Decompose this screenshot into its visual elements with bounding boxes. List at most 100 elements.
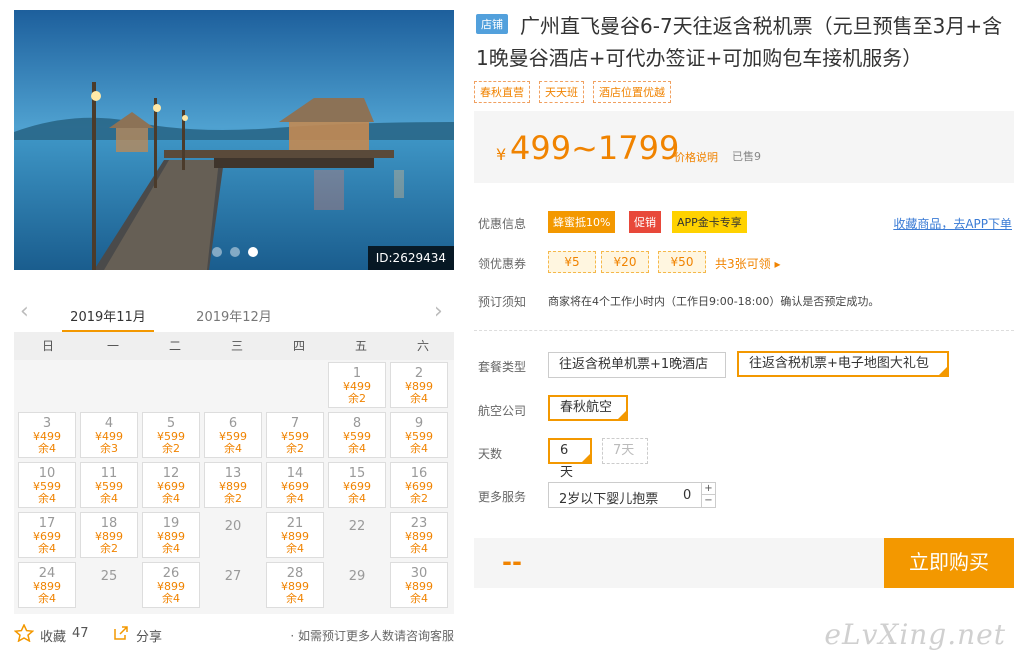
day-stock: 余2	[348, 392, 366, 405]
calendar-day[interactable]: 18 ¥899 余2	[80, 512, 138, 558]
calendar-day[interactable]: 11 ¥599 余4	[80, 462, 138, 508]
calendar-day[interactable]: 28 ¥899 余4	[266, 562, 324, 608]
day-stock: 余4	[38, 492, 56, 505]
day-number: 17	[38, 516, 56, 531]
calendar-day[interactable]: 5 ¥599 余2	[142, 412, 200, 458]
calendar-day[interactable]: 4 ¥499 余3	[80, 412, 138, 458]
day-stock: 余4	[348, 492, 366, 505]
day-number: 24	[38, 566, 56, 581]
days-option-7[interactable]: 7天	[602, 438, 648, 464]
promo-badge-sale: 促销	[629, 211, 661, 233]
calendar-day[interactable]: 8 ¥599 余4	[328, 412, 386, 458]
calendar-day[interactable]: 10 ¥599 余4	[18, 462, 76, 508]
share-icon[interactable]	[112, 624, 130, 646]
calendar-day-unavailable: 29	[328, 562, 386, 608]
day-stock: 余4	[286, 592, 304, 605]
weekday-label: 三	[230, 339, 243, 353]
day-number: 5	[166, 416, 176, 431]
promo-badge-honey: 蜂蜜抵10%	[548, 211, 616, 233]
carousel-dot[interactable]	[230, 247, 240, 257]
total-price: --	[502, 548, 522, 576]
weekday-label: 六	[416, 339, 429, 353]
day-number: 1	[352, 366, 362, 381]
coupon-50[interactable]: ¥50	[658, 251, 706, 273]
calendar-day[interactable]: 26 ¥899 余4	[142, 562, 200, 608]
calendar-day[interactable]: 2 ¥899 余4	[390, 362, 448, 408]
carousel-dot-active[interactable]	[248, 247, 258, 257]
product-photo[interactable]: ID:2629434	[14, 10, 454, 270]
buy-now-button[interactable]: 立即购买	[884, 538, 1014, 588]
calendar-day[interactable]: 24 ¥899 余4	[18, 562, 76, 608]
chevron-right-icon[interactable]: ›	[434, 301, 448, 323]
price-symbol: ¥	[496, 145, 507, 164]
day-number: 9	[414, 416, 424, 431]
offers-label: 优惠信息	[478, 217, 527, 231]
day-stock: 余4	[224, 442, 242, 455]
calendar-day[interactable]: 19 ¥899 余4	[142, 512, 200, 558]
infant-ticket-stepper[interactable]: 2岁以下婴儿抱票 0 + −	[548, 482, 716, 508]
day-stock: 余2	[224, 492, 242, 505]
day-number: 18	[100, 516, 118, 531]
star-icon[interactable]	[13, 623, 35, 646]
coupon-5[interactable]: ¥5	[548, 251, 596, 273]
carousel-dot[interactable]	[212, 247, 222, 257]
weekday-label: 日	[41, 339, 54, 353]
pier-photo-image	[14, 10, 454, 270]
price-explain-link[interactable]: 价格说明	[674, 149, 718, 165]
day-number: 14	[286, 466, 304, 481]
share-label[interactable]: 分享	[136, 626, 162, 645]
photo-id-label: ID:2629434	[367, 246, 454, 270]
favorite-app-link[interactable]: 收藏商品，去APP下单	[893, 215, 1012, 232]
day-number: 21	[286, 516, 304, 531]
calendar-day[interactable]: 21 ¥899 余4	[266, 512, 324, 558]
airline-option-spring[interactable]: 春秋航空	[548, 395, 628, 421]
days-option-6[interactable]: 6天	[548, 438, 592, 480]
calendar-day[interactable]: 23 ¥899 余4	[390, 512, 448, 558]
calendar-header: ‹ 2019年11月 2019年12月 ›	[14, 296, 454, 332]
calendar-day-unavailable: 27	[204, 562, 262, 608]
stepper-value[interactable]: 0	[683, 488, 691, 503]
calendar-day[interactable]: 15 ¥699 余4	[328, 462, 386, 508]
watermark: eLvXing.net	[824, 618, 1006, 651]
stepper-label: 2岁以下婴儿抱票	[559, 492, 659, 507]
calendar-day[interactable]: 30 ¥899 余4	[390, 562, 448, 608]
chevron-left-icon[interactable]: ‹	[20, 301, 34, 323]
day-number: 23	[410, 516, 428, 531]
package-option-single[interactable]: 往返含税单机票+1晚酒店	[548, 352, 726, 378]
calendar-day[interactable]: 9 ¥599 余4	[390, 412, 448, 458]
tab-month-november[interactable]: 2019年11月	[62, 306, 154, 332]
day-number: 12	[162, 466, 180, 481]
coupon-20[interactable]: ¥20	[601, 251, 649, 273]
calendar-day[interactable]: 17 ¥699 余4	[18, 512, 76, 558]
weekday-label: 二	[168, 339, 181, 353]
favorite-label[interactable]: 收藏	[40, 626, 66, 645]
day-number: 30	[410, 566, 428, 581]
favorite-share-bar: 收藏 47 分享 · 如需预订更多人数请咨询客服	[13, 623, 454, 646]
package-option-gift[interactable]: 往返含税机票+电子地图大礼包	[737, 351, 949, 377]
product-title: 广州直飞曼谷6-7天往返含税机票（元旦预售至3月+含1晚曼谷酒店+可代办签证+可…	[476, 14, 1003, 70]
consult-note: · 如需预订更多人数请咨询客服	[290, 629, 454, 643]
calendar-day[interactable]: 13 ¥899 余2	[204, 462, 262, 508]
calendar-day-unavailable: 25	[80, 562, 138, 608]
weekday-label: 五	[354, 339, 367, 353]
day-number: 4	[104, 416, 114, 431]
day-number: 22	[348, 519, 366, 534]
day-stock: 余4	[38, 442, 56, 455]
day-number: 7	[290, 416, 300, 431]
calendar-day[interactable]: 14 ¥699 余4	[266, 462, 324, 508]
tab-month-december[interactable]: 2019年12月	[184, 306, 284, 332]
calendar-day[interactable]: 1 ¥499 余2	[328, 362, 386, 408]
day-stock: 余2	[410, 492, 428, 505]
calendar-grid: 日 一 二 三 四 五 六 1 ¥499 余2 2 ¥899 余4 3 ¥499 余4 4 ¥499…	[14, 332, 454, 614]
calendar-day[interactable]: 16 ¥699 余2	[390, 462, 448, 508]
weekday-label: 四	[292, 339, 305, 353]
coupons-more-link[interactable]: 共3张可领 ▸	[715, 255, 780, 272]
store-badge[interactable]: 店铺	[476, 14, 508, 34]
calendar-day[interactable]: 7 ¥599 余2	[266, 412, 324, 458]
calendar-day[interactable]: 12 ¥699 余4	[142, 462, 200, 508]
plus-icon[interactable]: +	[701, 483, 715, 495]
minus-icon[interactable]: −	[701, 495, 715, 507]
calendar-days: 1 ¥499 余2 2 ¥899 余4 3 ¥499 余4 4 ¥499 余3 5 ¥599 余2 6 ¥599…	[14, 360, 454, 614]
calendar-day[interactable]: 6 ¥599 余4	[204, 412, 262, 458]
calendar-day[interactable]: 3 ¥499 余4	[18, 412, 76, 458]
